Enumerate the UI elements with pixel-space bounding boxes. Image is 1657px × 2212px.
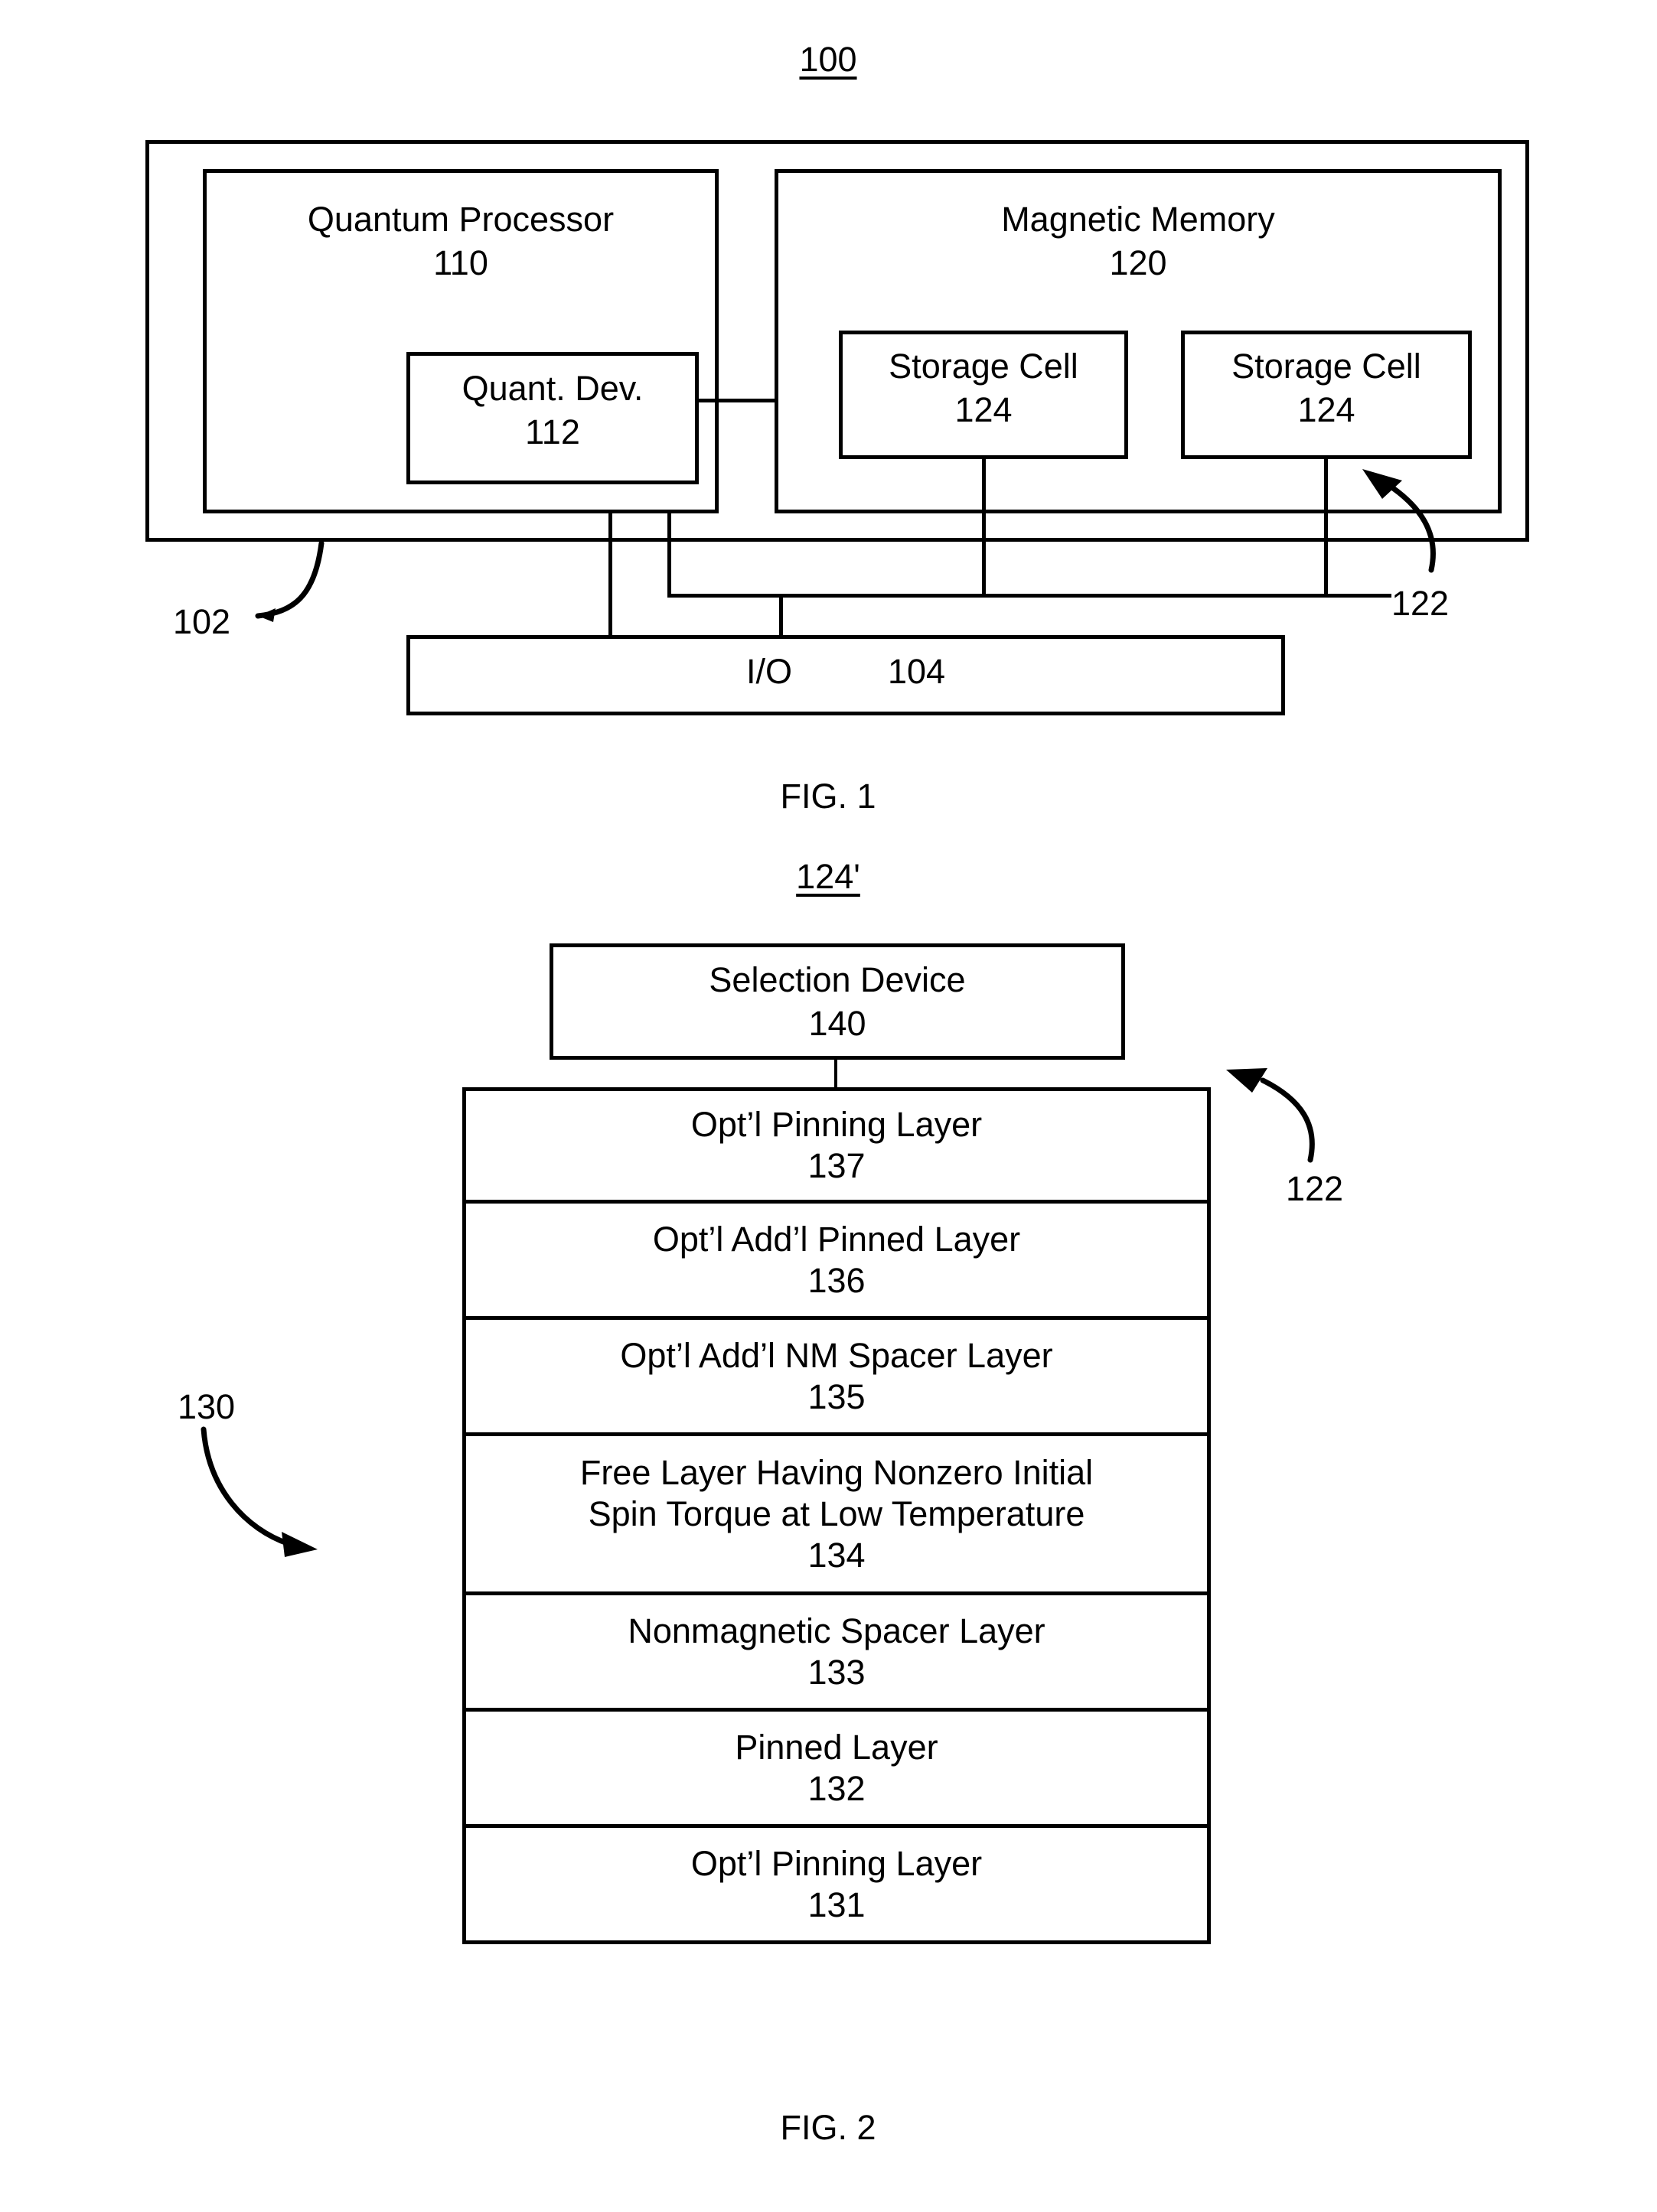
storage-cell-2-number: 124 xyxy=(1297,390,1355,429)
magnetic-memory-label: Magnetic Memory xyxy=(1001,200,1275,239)
layer-136-name: Opt’l Add’l Pinned Layer xyxy=(652,1219,1021,1259)
storage-cell-2-label: Storage Cell xyxy=(1231,347,1421,386)
layer-137-number: 137 xyxy=(807,1146,866,1185)
reference-label-130: 130 xyxy=(178,1387,236,1426)
layer-opt-addl-nm-spacer-135: Opt’l Add’l NM Spacer Layer 135 xyxy=(462,1320,1211,1436)
layer-135-name: Opt’l Add’l NM Spacer Layer xyxy=(620,1335,1053,1375)
layer-137-name: Opt’l Pinning Layer xyxy=(690,1105,983,1144)
layer-133-name: Nonmagnetic Spacer Layer xyxy=(628,1611,1045,1650)
leader-arrow-130 xyxy=(201,1426,318,1557)
layer-opt-pinning-137: Opt’l Pinning Layer 137 xyxy=(462,1087,1211,1204)
storage-cell-1-label: Storage Cell xyxy=(889,347,1078,386)
wire-memory-horizontal-bus xyxy=(667,594,1391,598)
quantum-processor-number: 110 xyxy=(433,243,488,282)
selection-device-number: 140 xyxy=(808,1004,866,1043)
reference-label-122-fig2: 122 xyxy=(1286,1169,1344,1208)
figure1-reference-number: 100 xyxy=(799,40,857,79)
leader-arrow-122-fig2 xyxy=(1226,1068,1315,1163)
magnetic-memory-number: 120 xyxy=(1109,243,1167,282)
quantum-device-label: Quant. Dev. xyxy=(462,369,644,408)
layer-132-number: 132 xyxy=(807,1768,866,1808)
reference-label-102: 102 xyxy=(173,602,231,641)
quantum-processor-label: Quantum Processor xyxy=(307,200,615,239)
wire-selection-to-stack xyxy=(834,1060,837,1089)
layer-nonmagnetic-spacer-133: Nonmagnetic Spacer Layer 133 xyxy=(462,1595,1211,1712)
layer-131-name: Opt’l Pinning Layer xyxy=(690,1843,983,1883)
selection-device-label: Selection Device xyxy=(709,960,966,999)
layer-opt-addl-pinned-136: Opt’l Add’l Pinned Layer 136 xyxy=(462,1204,1211,1320)
wire-memory-vertical-left xyxy=(667,513,671,598)
layer-135-number: 135 xyxy=(807,1376,866,1416)
wire-bus-to-io xyxy=(779,598,783,635)
quantum-device-number: 112 xyxy=(525,412,580,451)
wire-storagecell1-lead xyxy=(982,459,986,594)
figure2-reference-number: 124' xyxy=(796,857,860,896)
layer-opt-pinning-131: Opt’l Pinning Layer 131 xyxy=(462,1828,1211,1944)
layer-pinned-132: Pinned Layer 132 xyxy=(462,1712,1211,1828)
reference-label-122-fig1: 122 xyxy=(1391,584,1450,623)
leader-arrow-102 xyxy=(255,540,325,622)
storage-cell-1-number: 124 xyxy=(954,390,1013,429)
figure1-caption: FIG. 1 xyxy=(780,777,876,816)
layer-134-number: 134 xyxy=(807,1535,866,1575)
figure2-caption: FIG. 2 xyxy=(780,2108,876,2147)
layer-134-name: Free Layer Having Nonzero Initial Spin T… xyxy=(579,1452,1094,1533)
io-label: I/O 104 xyxy=(745,652,946,691)
layer-free-134: Free Layer Having Nonzero Initial Spin T… xyxy=(462,1436,1211,1595)
layer-133-number: 133 xyxy=(807,1652,866,1692)
patent-figure-sheet: 100 Quantum Processor 110 Quant. Dev. 11… xyxy=(0,0,1657,2212)
layer-132-name: Pinned Layer xyxy=(735,1727,938,1767)
layer-131-number: 131 xyxy=(807,1885,866,1924)
layer-136-number: 136 xyxy=(807,1260,866,1300)
wire-storagecell2-lead xyxy=(1324,459,1328,594)
wire-processor-to-io xyxy=(608,513,612,635)
wire-quantdev-to-memory xyxy=(699,399,775,402)
